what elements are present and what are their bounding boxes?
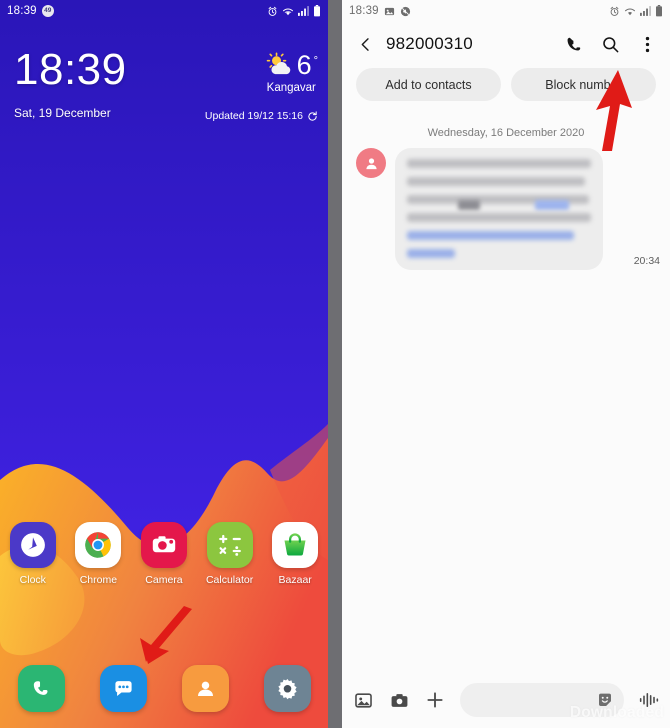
weather-widget[interactable]: 6 ° Kangavar <box>265 52 318 94</box>
weather-updated-row: Updated 19/12 15:16 <box>205 110 318 122</box>
app-camera[interactable]: Camera <box>135 522 193 586</box>
thread-action-bar: Add to contacts Block number <box>342 68 670 101</box>
message-input[interactable] <box>460 683 624 717</box>
app-calculator[interactable]: Calculator <box>201 522 259 586</box>
screenshot-root: 18:39 49 18:39 Sat, 19 December 6 ° Kang… <box>0 0 670 728</box>
person-avatar-icon <box>356 148 386 178</box>
signal-icon <box>298 6 309 16</box>
thread-title: 982000310 <box>386 34 473 53</box>
partly-cloudy-icon <box>266 52 290 75</box>
messages-app-icon[interactable] <box>99 665 147 712</box>
alarm-icon <box>610 6 619 16</box>
thread-header: 982000310 <box>342 24 670 64</box>
clock-date: Sat, 19 December <box>14 106 111 120</box>
app-label: Clock <box>19 574 46 586</box>
sticker-icon[interactable] <box>594 689 616 711</box>
add-to-contacts-button[interactable]: Add to contacts <box>356 68 501 101</box>
app-grid-row: Clock Chrome Camera Calculator Bazaar <box>0 522 328 586</box>
clock-app-icon <box>9 522 56 568</box>
status-bar-right <box>267 5 321 17</box>
thread-header-actions <box>563 34 658 55</box>
search-icon[interactable] <box>600 34 621 55</box>
chrome-app-icon <box>75 522 122 568</box>
app-label: Bazaar <box>278 574 312 586</box>
block-number-button[interactable]: Block number <box>511 68 656 101</box>
redacted-text-line <box>407 177 586 186</box>
camera-app-icon <box>140 522 187 568</box>
contacts-app-icon[interactable] <box>181 665 229 712</box>
redacted-link-line <box>407 249 455 258</box>
redacted-highlight <box>535 200 569 210</box>
status-bar-time: 18:39 <box>349 5 379 17</box>
thread-status-bar: 18:39 <box>342 0 670 22</box>
signal-icon <box>640 6 651 16</box>
calculator-app-icon <box>206 522 253 568</box>
weather-degree-symbol: ° <box>313 55 318 67</box>
alarm-icon <box>268 6 277 16</box>
weather-main-row: 6 ° <box>265 52 318 79</box>
home-status-bar: 18:39 49 <box>0 0 328 22</box>
redacted-text-line <box>407 159 591 168</box>
back-arrow-icon[interactable] <box>354 31 376 57</box>
redacted-highlight <box>458 200 480 210</box>
bazaar-app-icon <box>272 522 319 568</box>
refresh-icon[interactable] <box>307 110 318 122</box>
voice-waveform-icon[interactable] <box>638 689 660 711</box>
message-row <box>356 148 603 270</box>
app-bazaar[interactable]: Bazaar <box>266 522 324 586</box>
message-bubble[interactable] <box>395 148 603 270</box>
three-dots-menu-icon[interactable] <box>637 34 658 55</box>
image-icon <box>384 6 395 17</box>
camera-icon[interactable] <box>388 689 410 711</box>
image-icon[interactable] <box>352 689 374 711</box>
plus-icon[interactable] <box>424 689 446 711</box>
wifi-icon <box>625 8 635 15</box>
clock-time: 18:39 <box>14 45 127 94</box>
sms-thread-panel: 18:39 982000310 Add to contacts Block nu… <box>342 0 670 728</box>
status-bar-left: 18:39 <box>349 5 411 17</box>
message-timestamp: 20:34 <box>633 255 660 267</box>
app-label: Calculator <box>205 574 254 586</box>
battery-icon <box>656 5 662 17</box>
status-bar-notification-badge: 49 <box>41 5 54 17</box>
compose-bar <box>342 672 670 728</box>
app-clock[interactable]: Clock <box>4 522 62 586</box>
weather-city: Kangavar <box>266 82 316 94</box>
redacted-link-line <box>407 231 575 240</box>
home-screen-panel: 18:39 49 18:39 Sat, 19 December 6 ° Kang… <box>0 0 328 728</box>
app-label: Chrome <box>79 574 118 586</box>
wifi-icon <box>283 8 293 15</box>
app-chrome[interactable]: Chrome <box>69 522 127 586</box>
mute-icon <box>400 6 411 17</box>
home-dock <box>0 665 328 712</box>
phone-icon[interactable] <box>563 34 584 55</box>
status-bar-time: 18:39 <box>7 5 37 17</box>
app-label: Camera <box>145 574 183 586</box>
panel-divider <box>328 0 342 728</box>
weather-temperature: 6 <box>296 50 312 80</box>
status-bar-right <box>609 5 663 17</box>
phone-app-icon[interactable] <box>17 665 65 712</box>
clock-widget[interactable]: 18:39 Sat, 19 December <box>14 45 127 121</box>
date-separator: Wednesday, 16 December 2020 <box>427 127 585 139</box>
settings-app-icon[interactable] <box>263 665 311 712</box>
status-bar-left: 18:39 49 <box>7 5 54 17</box>
battery-icon <box>314 5 320 17</box>
weather-updated-text: Updated 19/12 15:16 <box>204 110 303 122</box>
redacted-text-line <box>407 213 591 222</box>
